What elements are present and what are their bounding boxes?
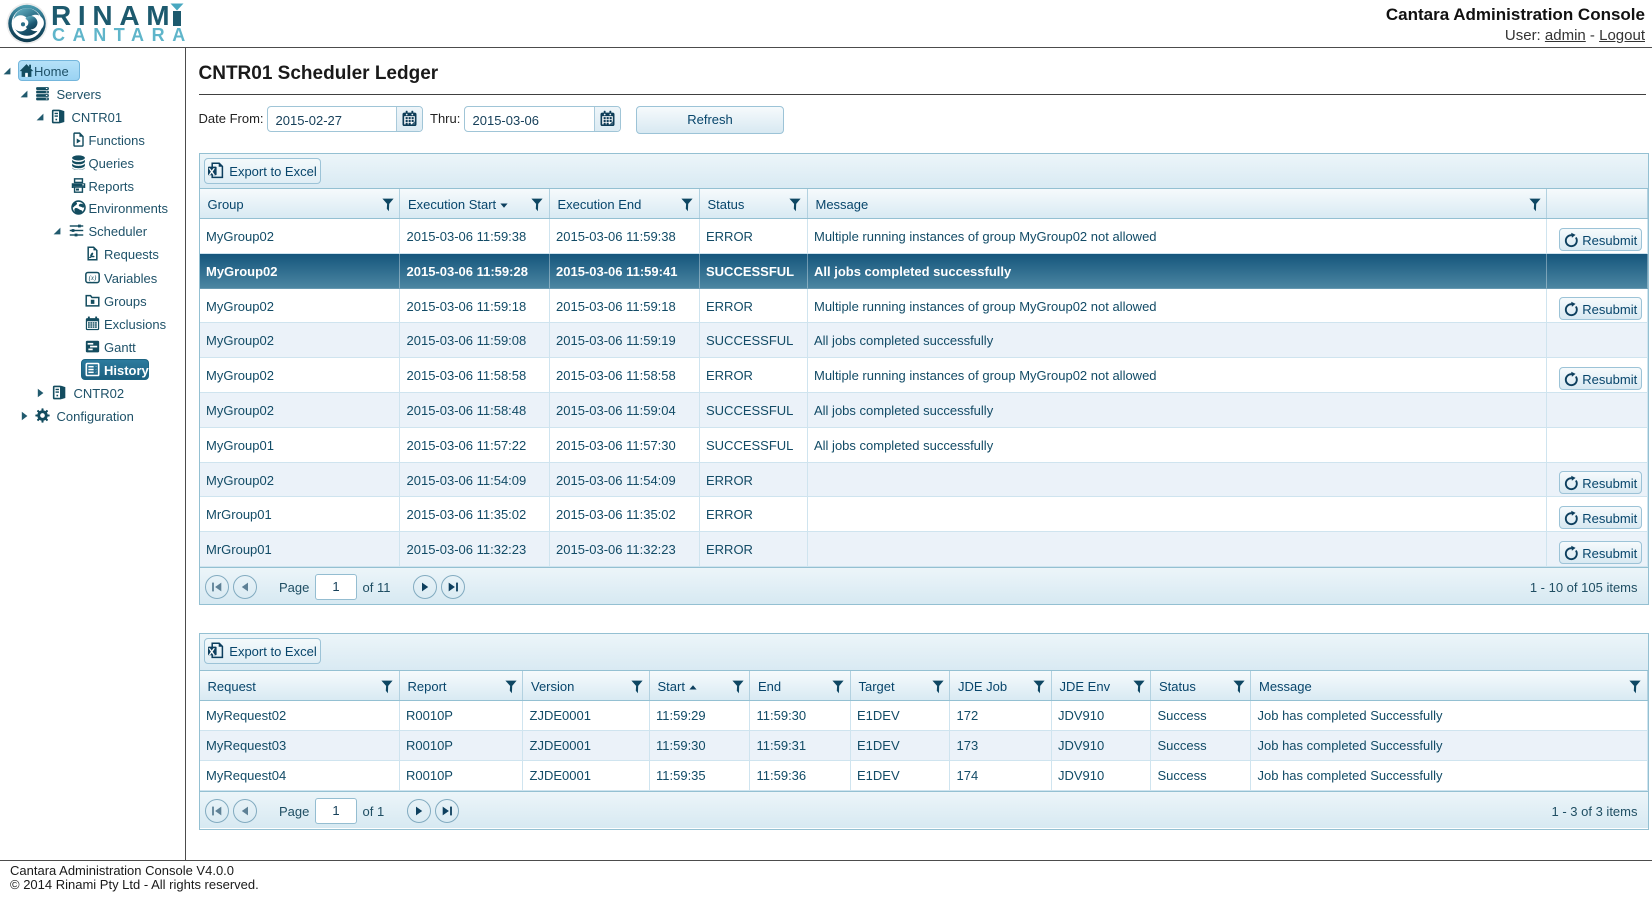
svg-text:(x): (x) bbox=[88, 274, 96, 282]
